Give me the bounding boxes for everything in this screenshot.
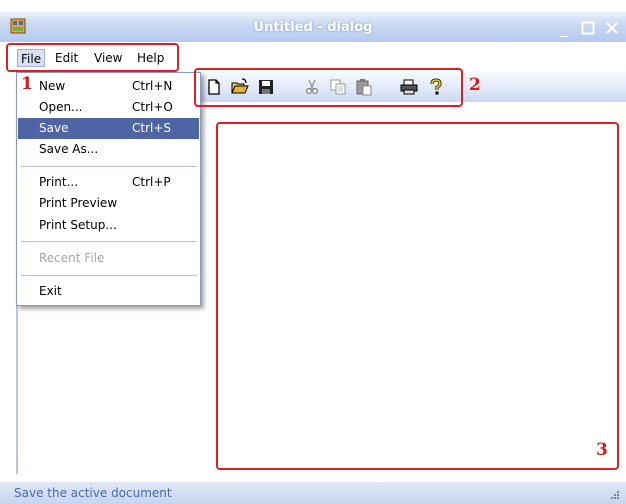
- resize-grip-icon[interactable]: [610, 490, 620, 500]
- status-text: Save the active document: [14, 486, 172, 500]
- menu-item-label: Exit: [39, 284, 62, 298]
- file-dropdown-menu: New Ctrl+N Open... Ctrl+O Save Ctrl+S Sa…: [16, 72, 201, 306]
- menu-item-label: Open...: [39, 100, 83, 114]
- close-icon[interactable]: [602, 18, 622, 38]
- menu-item-shortcut: Ctrl+P: [132, 175, 171, 189]
- menu-item-print[interactable]: Print... Ctrl+P: [18, 172, 199, 193]
- menu-item-label: Print...: [39, 175, 79, 189]
- menu-item-label: Save As...: [39, 142, 99, 156]
- window-title: Untitled - dialog: [253, 20, 373, 35]
- menu-item-shortcut: Ctrl+N: [132, 79, 173, 93]
- menu-item-label: Print Preview: [39, 196, 118, 210]
- menu-item-label: New: [39, 79, 66, 93]
- menu-separator: [21, 166, 197, 167]
- menu-separator: [21, 241, 197, 242]
- menu-item-label: Save: [39, 121, 69, 135]
- annotation-label-2: 2: [469, 75, 481, 95]
- menu-item-print-preview[interactable]: Print Preview: [18, 193, 199, 214]
- app-window: Untitled - dialog _ File Edit View Help: [0, 0, 626, 504]
- menu-item-open[interactable]: Open... Ctrl+O: [18, 97, 199, 118]
- annotation-label-1: 1: [21, 74, 33, 94]
- menu-item-exit[interactable]: Exit: [18, 281, 199, 302]
- status-bar: Save the active document: [0, 482, 626, 504]
- menu-item-save[interactable]: Save Ctrl+S: [18, 118, 199, 139]
- menu-item-shortcut: Ctrl+O: [132, 100, 173, 114]
- annotation-label-3: 3: [596, 440, 608, 460]
- menu-item-save-as[interactable]: Save As...: [18, 139, 199, 160]
- annotation-box-1: [6, 43, 179, 72]
- menu-item-shortcut: Ctrl+S: [132, 121, 172, 135]
- minimize-icon[interactable]: _: [554, 18, 574, 38]
- menu-item-label: Print Setup...: [39, 218, 117, 232]
- menu-separator: [21, 275, 197, 276]
- menu-item-print-setup[interactable]: Print Setup...: [18, 215, 199, 236]
- title-bar[interactable]: Untitled - dialog _: [0, 12, 626, 42]
- menu-item-new[interactable]: New Ctrl+N: [18, 76, 199, 97]
- menu-item-recent-file: Recent File: [18, 248, 199, 269]
- maximize-icon[interactable]: [578, 18, 598, 38]
- annotation-box-3: [216, 122, 619, 470]
- annotation-box-2: [194, 68, 463, 107]
- menu-item-label: Recent File: [39, 251, 105, 265]
